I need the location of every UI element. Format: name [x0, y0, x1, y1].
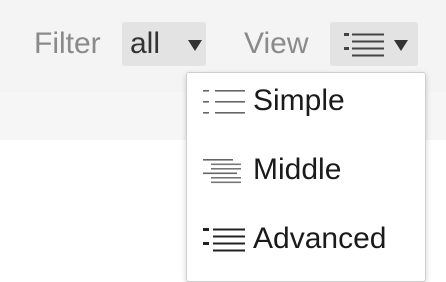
view-dropdown-button[interactable]: [330, 22, 418, 66]
view-chevron-down-icon: [394, 40, 408, 51]
view-menu-item-simple[interactable]: Simple: [187, 73, 425, 129]
filter-dropdown-button[interactable]: all: [122, 22, 206, 66]
view-menu-item-advanced[interactable]: Advanced: [187, 211, 425, 267]
view-menu-item-label: Middle: [253, 153, 342, 186]
chevron-down-icon: [188, 40, 202, 51]
filter-label: Filter: [34, 27, 101, 60]
list-middle-icon: [203, 159, 241, 184]
view-menu-item-middle[interactable]: Middle: [187, 142, 425, 198]
view-label: View: [244, 27, 309, 60]
filter-value: all: [130, 27, 161, 60]
view-menu: Simple Middle Advanced: [186, 72, 426, 282]
list-simple-icon: [203, 90, 245, 114]
view-menu-item-label: Advanced: [253, 222, 387, 255]
list-advanced-icon: [203, 228, 245, 252]
view-menu-item-label: Simple: [253, 84, 345, 117]
list-advanced-icon: [344, 33, 384, 57]
